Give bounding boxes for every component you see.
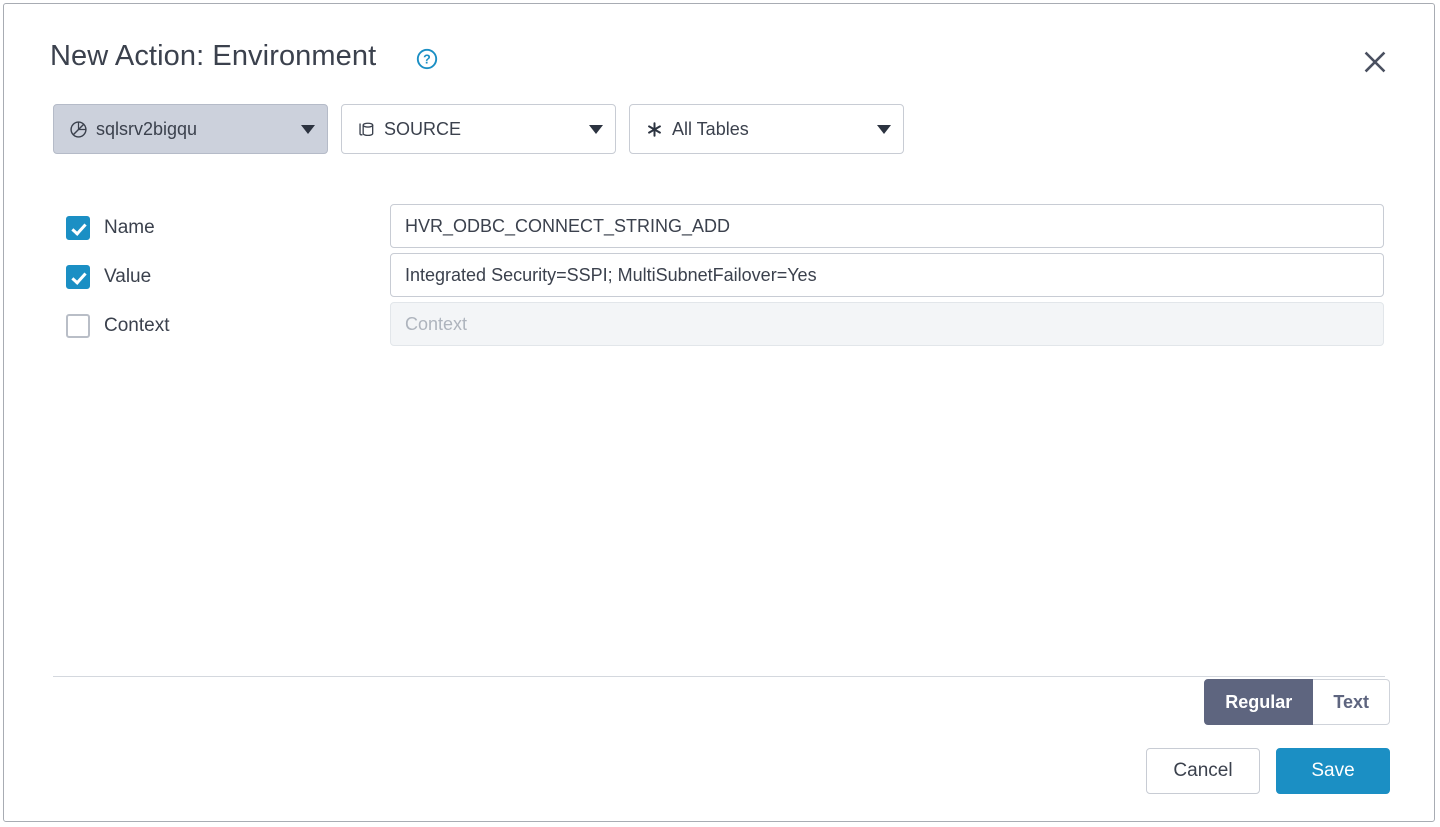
mode-toggle-text[interactable]: Text	[1313, 679, 1390, 725]
mode-toggle-regular[interactable]: Regular	[1204, 679, 1314, 725]
value-checkbox[interactable]	[66, 265, 90, 289]
new-action-dialog: New Action: Environment ? sqlsrv2bigqu S…	[3, 3, 1435, 822]
tables-select-label: All Tables	[672, 118, 749, 139]
close-icon[interactable]	[1360, 47, 1390, 77]
location-select[interactable]: sqlsrv2bigqu	[53, 104, 328, 154]
name-checkbox-group[interactable]: Name	[66, 204, 155, 252]
save-button[interactable]: Save	[1276, 748, 1390, 794]
form-row-context: Context Context	[4, 302, 1434, 350]
name-input[interactable]: HVR_ODBC_CONNECT_STRING_ADD	[390, 204, 1384, 248]
chevron-down-icon	[877, 124, 891, 134]
asterisk-icon	[644, 119, 664, 139]
page-title: New Action: Environment	[50, 40, 377, 72]
name-label: Name	[104, 217, 155, 238]
value-label: Value	[104, 266, 152, 287]
location-select-label: sqlsrv2bigqu	[96, 118, 198, 139]
help-circle-icon[interactable]: ?	[416, 48, 438, 70]
form-body: Name HVR_ODBC_CONNECT_STRING_ADD Value I…	[4, 204, 1434, 351]
name-checkbox[interactable]	[66, 216, 90, 240]
value-input[interactable]: Integrated Security=SSPI; MultiSubnetFai…	[390, 253, 1384, 297]
svg-text:?: ?	[423, 52, 431, 66]
database-icon	[356, 119, 376, 139]
context-label: Context	[104, 315, 170, 336]
value-checkbox-group[interactable]: Value	[66, 253, 151, 301]
mode-toggle-group: Regular Text	[1204, 679, 1390, 725]
chevron-down-icon	[589, 124, 603, 134]
location-hub-icon	[68, 119, 88, 139]
chevron-down-icon	[301, 124, 315, 134]
footer-divider	[53, 676, 1385, 677]
context-checkbox[interactable]	[66, 314, 90, 338]
context-checkbox-group[interactable]: Context	[66, 302, 169, 350]
context-input[interactable]: Context	[390, 302, 1384, 346]
source-select[interactable]: SOURCE	[341, 104, 616, 154]
cancel-button[interactable]: Cancel	[1146, 748, 1260, 794]
form-row-name: Name HVR_ODBC_CONNECT_STRING_ADD	[4, 204, 1434, 252]
dialog-header: New Action: Environment ?	[4, 4, 1434, 94]
source-select-label: SOURCE	[384, 118, 462, 139]
action-buttons: Cancel Save	[1146, 748, 1390, 794]
tables-select[interactable]: All Tables	[629, 104, 904, 154]
form-row-value: Value Integrated Security=SSPI; MultiSub…	[4, 253, 1434, 301]
